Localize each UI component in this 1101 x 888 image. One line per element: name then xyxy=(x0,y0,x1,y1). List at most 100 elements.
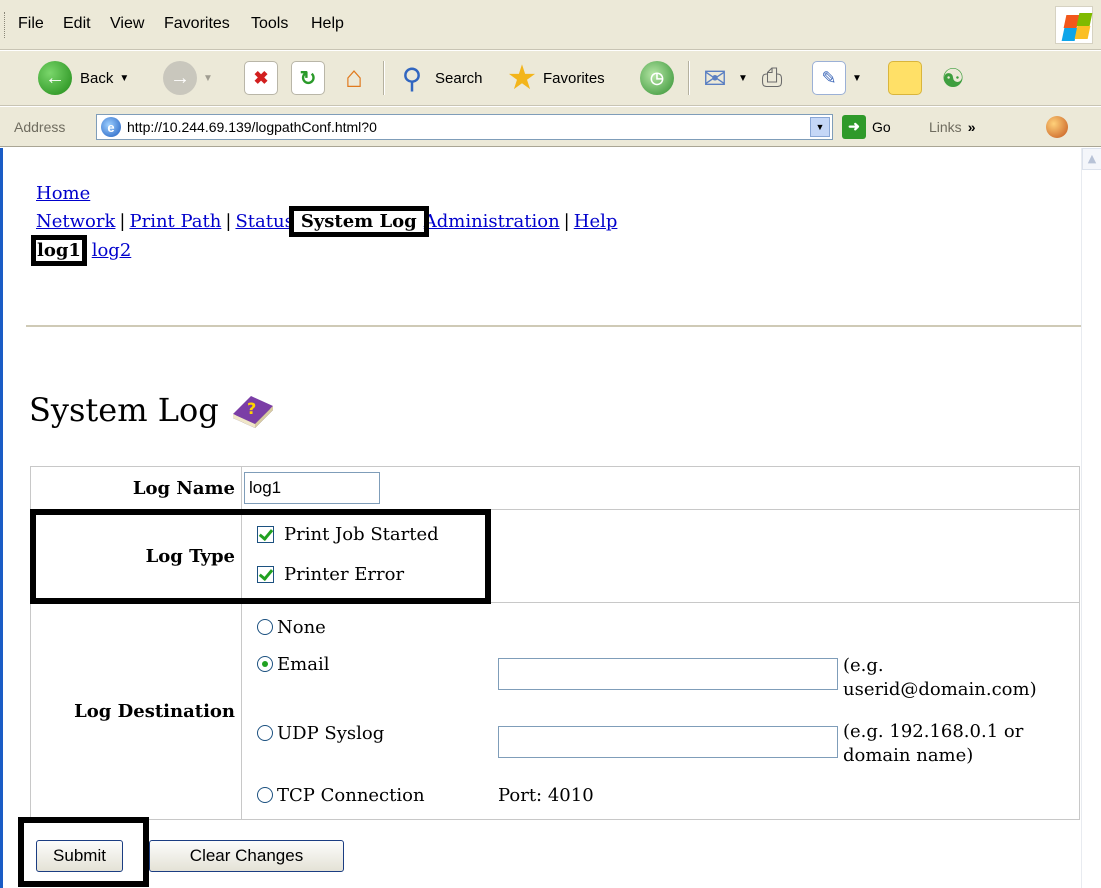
address-label: Address xyxy=(14,119,66,135)
highlight-log-type xyxy=(30,509,491,604)
messenger-button[interactable]: ☯ xyxy=(936,58,970,98)
standard-toolbar: ← Back ▼ → ▼ ✖ ↻ ⌂ ⚲ Search ★ Favorites … xyxy=(0,51,1101,106)
back-dropdown-icon[interactable]: ▼ xyxy=(119,73,129,84)
udp-hint: (e.g. 192.168.0.1 or domain name) xyxy=(843,721,1024,766)
vertical-scrollbar[interactable]: ▲ xyxy=(1081,148,1101,888)
forward-button[interactable]: → ▼ xyxy=(163,58,213,98)
go-button[interactable]: Go xyxy=(872,119,891,135)
edit-button[interactable]: ✎ ▼ xyxy=(812,58,862,98)
page-title-text: System Log xyxy=(29,391,219,429)
edit-dropdown-icon[interactable]: ▼ xyxy=(852,73,862,84)
destination-email-option[interactable]: Email xyxy=(257,654,329,675)
divider xyxy=(26,325,1081,327)
favorites-star-icon: ★ xyxy=(506,59,538,97)
favorites-button[interactable]: ★ Favorites xyxy=(505,58,605,98)
nav-link-status[interactable]: Status xyxy=(235,211,293,232)
mail-icon: ✉ xyxy=(703,62,727,94)
email-address-input[interactable] xyxy=(498,658,838,690)
menu-favorites[interactable]: Favorites xyxy=(164,15,230,33)
address-url[interactable]: http://10.244.69.139/logpathConf.html?0 xyxy=(127,119,377,135)
tcp-port-text: Port: 4010 xyxy=(498,785,594,806)
destination-email-label: Email xyxy=(277,654,330,675)
destination-udp-option[interactable]: UDP Syslog xyxy=(257,723,384,744)
address-dropdown-icon[interactable]: ▼ xyxy=(810,117,830,137)
menu-grip xyxy=(4,12,7,38)
messenger-icon: ☯ xyxy=(941,62,965,93)
email-hint: (e.g. userid@domain.com) xyxy=(843,655,1037,700)
destination-tcp-radio[interactable] xyxy=(257,787,273,803)
search-label: Search xyxy=(435,69,483,87)
stop-button[interactable]: ✖ xyxy=(244,58,278,98)
destination-tcp-option[interactable]: TCP Connection xyxy=(257,785,425,806)
menu-tools[interactable]: Tools xyxy=(251,15,288,33)
nav-separator: | xyxy=(119,211,126,232)
destination-none-radio[interactable] xyxy=(257,619,273,635)
nav-current-system-log: System Log xyxy=(288,206,429,237)
history-button[interactable]: ◷ xyxy=(640,58,674,98)
nav-link-home[interactable]: Home xyxy=(36,183,90,204)
nav-link-administration[interactable]: Administration xyxy=(424,211,560,232)
links-toolbar[interactable]: Links » xyxy=(929,119,975,135)
destination-udp-label: UDP Syslog xyxy=(277,723,385,744)
back-label: Back xyxy=(80,69,114,87)
refresh-button[interactable]: ↻ xyxy=(291,58,325,98)
page-viewport: Home Network | Print Path | Status System Log… xyxy=(0,148,1101,888)
log-destination-cell: None Email (e.g. userid@domain.com) UDP … xyxy=(243,603,1079,820)
log-destination-row: Log Destination None Email (e.g. userid@… xyxy=(31,603,1079,820)
forward-arrow-icon: → xyxy=(163,61,197,95)
subnav-link-log2[interactable]: log2 xyxy=(92,240,132,261)
destination-none-option[interactable]: None xyxy=(257,617,326,638)
ie-page-icon: e xyxy=(101,117,121,137)
windows-logo-icon xyxy=(1055,6,1093,44)
discuss-button[interactable] xyxy=(888,58,922,98)
mail-dropdown-icon[interactable]: ▼ xyxy=(738,73,748,84)
submit-button[interactable]: Submit xyxy=(36,840,123,872)
nav-link-print-path[interactable]: Print Path xyxy=(129,211,221,232)
back-button[interactable]: ← Back ▼ xyxy=(38,58,129,98)
search-button[interactable]: ⚲ Search xyxy=(395,58,483,98)
destination-email-radio[interactable] xyxy=(257,656,273,672)
nav-separator: | xyxy=(225,211,232,232)
menu-file[interactable]: File xyxy=(18,15,44,33)
print-button[interactable]: ⎙ xyxy=(755,58,789,98)
links-label: Links xyxy=(929,119,962,135)
address-bar: Address e http://10.244.69.139/logpathCo… xyxy=(0,107,1101,147)
log-name-row: Log Name xyxy=(31,467,1079,510)
go-arrow-icon[interactable]: ➜ xyxy=(842,115,866,139)
scroll-up-icon[interactable]: ▲ xyxy=(1082,148,1101,170)
links-chevron-icon[interactable]: » xyxy=(968,119,976,135)
destination-none-label: None xyxy=(277,617,326,638)
menu-help[interactable]: Help xyxy=(311,15,344,33)
menu-edit[interactable]: Edit xyxy=(63,15,91,33)
destination-tcp-label: TCP Connection xyxy=(277,785,425,806)
stop-icon: ✖ xyxy=(244,61,278,95)
log-name-input[interactable] xyxy=(244,472,380,504)
subnav-current-log1: log1 xyxy=(31,235,87,266)
address-input[interactable]: e http://10.244.69.139/logpathConf.html?… xyxy=(96,114,833,140)
menu-view[interactable]: View xyxy=(110,15,144,33)
extension-icon[interactable] xyxy=(1046,116,1068,138)
toolbar-separator xyxy=(383,61,385,95)
log-subnav: log1 log2 xyxy=(31,235,132,266)
sticky-note-icon xyxy=(888,61,922,95)
help-book-icon[interactable]: ? xyxy=(229,388,275,432)
main-nav: Network | Print Path | Status System Log Admin… xyxy=(36,206,618,237)
back-arrow-icon: ← xyxy=(38,61,72,95)
log-destination-label: Log Destination xyxy=(31,603,242,820)
clear-changes-button[interactable]: Clear Changes xyxy=(149,840,344,872)
print-icon: ⎙ xyxy=(761,62,783,92)
toolbar-separator xyxy=(688,61,690,95)
nav-separator: | xyxy=(563,211,570,232)
destination-udp-radio[interactable] xyxy=(257,725,273,741)
log-name-label: Log Name xyxy=(31,467,242,509)
home-button[interactable]: ⌂ xyxy=(337,58,371,98)
history-icon: ◷ xyxy=(640,61,674,95)
page-content: Home Network | Print Path | Status System Log… xyxy=(3,148,1081,888)
forward-dropdown-icon: ▼ xyxy=(203,72,213,84)
nav-link-network[interactable]: Network xyxy=(36,211,115,232)
menu-bar: File Edit View Favorites Tools Help xyxy=(0,0,1101,50)
nav-link-help[interactable]: Help xyxy=(574,211,618,232)
log-name-cell xyxy=(243,467,1079,509)
udp-syslog-input[interactable] xyxy=(498,726,838,758)
mail-button[interactable]: ✉ ▼ xyxy=(698,58,748,98)
